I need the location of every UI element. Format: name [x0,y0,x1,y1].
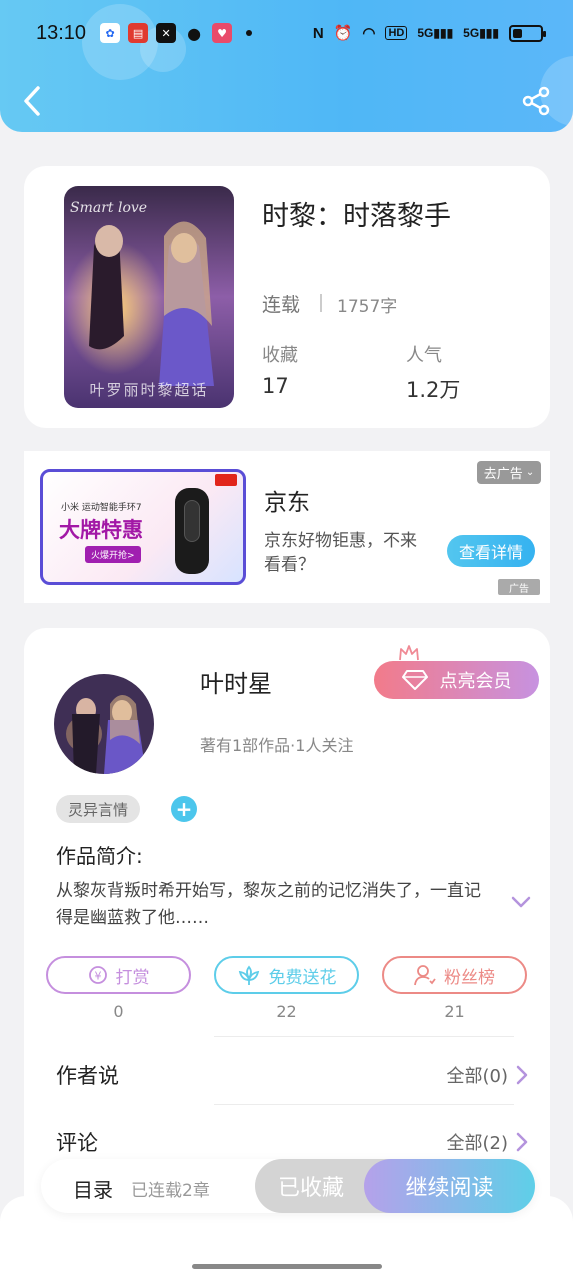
author-avatar[interactable] [54,674,154,774]
fan-ranking-label: 粉丝榜 [444,967,495,988]
yuan-coin-icon: ¥ [88,966,107,984]
back-icon[interactable] [20,84,46,118]
send-flower-label: 免费送花 [268,967,337,988]
signal-icon: 5G▮▮▮ [463,26,499,40]
notification-icons: ✿ ▤ ✕ ● ♥ [100,23,253,43]
cover-caption: 叶罗丽时黎超话 [89,381,209,399]
flower-icon [238,965,259,985]
capcut-icon: ✕ [156,23,177,43]
divider [214,1036,514,1037]
battery-icon [509,24,546,42]
author-says-title: 作者说 [56,1064,119,1088]
cover-illustration: Smart love [64,186,234,408]
app-icon: ♥ [212,23,233,43]
add-tag-button[interactable]: + [171,796,197,822]
news-icon: ▤ [128,23,149,43]
signal-label: 5G [417,26,434,40]
genre-tag[interactable]: 灵异言情 [56,795,141,823]
ad-title: 京东 [264,490,310,516]
ad-detail-button[interactable]: 查看详情 [447,535,535,567]
home-indicator[interactable] [192,1264,382,1269]
smart-band-image [175,488,209,574]
chevron-right-icon [516,1065,528,1085]
battery-level [513,28,523,38]
intro-label: 作品简介: [56,844,143,868]
remove-ad-label: 去广告 [483,467,523,482]
author-card: 叶时星 著有1部作品·1人关注 点亮会员 灵异言情 + 作品简介: 从黎灰背叛时… [24,628,550,1248]
wechat-icon: ● [187,23,202,43]
system-icons: N ⏰ ◠ HD 5G▮▮▮ 5G▮▮▮ [312,24,546,42]
ad-mark: 广告 [498,579,540,595]
svg-text:¥: ¥ [94,970,101,983]
signal-icon: 5G▮▮▮ [417,26,454,40]
book-info-card: Smart love 叶罗丽时黎超话 时黎：时落黎手 连载 1757字 收藏 1… [24,166,550,428]
svg-text:Smart love: Smart love [70,200,147,216]
comments-count: 全部(2) [446,1133,509,1154]
vip-button-label: 点亮会员 [439,671,512,692]
comments-title: 评论 [56,1131,98,1155]
remove-ad-button[interactable]: 去广告 ⌄ [477,461,541,484]
tip-label: 打赏 [115,967,150,988]
fan-user-icon [414,965,436,986]
jd-logo [215,474,237,486]
comments-all[interactable]: 全部(2) [447,1129,529,1155]
baidu-icon: ✿ [100,23,121,43]
signal-label: 5G [463,26,480,40]
continue-reading-button[interactable]: 继续阅读 [364,1159,535,1213]
band-screen [184,500,200,542]
table-of-contents-button[interactable]: 目录 [73,1174,113,1203]
favorited-label: 已收藏 [277,1176,344,1201]
book-status: 连载 [262,294,301,316]
book-cover[interactable]: Smart love 叶罗丽时黎超话 [64,186,234,408]
ad-mark-label: 广告 [509,583,529,595]
tip-count: 0 [113,1002,124,1021]
crown-icon [399,645,419,661]
flower-count: 22 [276,1002,297,1021]
chevron-down-icon: ⌄ [525,467,535,478]
divider [214,1104,514,1105]
author-says-all[interactable]: 全部(0) [447,1062,529,1088]
favorites-count: 17 [262,374,289,398]
status-bar: 13:10 ✿ ▤ ✕ ● ♥ N ⏰ ◠ HD 5G▮▮▮ 5G▮▮▮ [36,18,546,48]
ad-banner-cta: 火爆开抢> [85,546,141,563]
author-says-count: 全部(0) [446,1066,509,1087]
avatar-image [54,674,154,774]
ad-banner-subtitle: 小米 运动智能手环7 [61,503,142,513]
wifi-icon: ◠ [362,25,376,42]
plus-icon: + [175,797,193,821]
intro-text: 从黎灰背叛时希开始写，黎灰之前的记忆消失了，一直记得是幽蓝救了他…… [56,881,481,928]
ad-card[interactable]: 小米 运动智能手环7 大牌特惠 火爆开抢> 京东 京东好物钜惠，不来看看？ 查看… [24,451,550,603]
author-name: 叶时星 [200,670,272,698]
book-title: 时黎：时落黎手 [262,201,451,232]
divider [320,294,322,312]
vip-membership-button[interactable]: 点亮会员 [374,661,539,699]
tip-button[interactable]: ¥ 打赏 [46,956,191,994]
share-icon[interactable] [521,86,551,116]
popularity-count: 1.2万 [406,378,461,402]
fan-ranking-button[interactable]: 粉丝榜 [382,956,527,994]
favorites-label: 收藏 [262,345,298,366]
chevron-right-icon [516,1132,528,1152]
alarm-icon: ⏰ [333,25,353,42]
nfc-icon: N [312,24,324,42]
top-header: 13:10 ✿ ▤ ✕ ● ♥ N ⏰ ◠ HD 5G▮▮▮ 5G▮▮▮ [0,0,573,132]
bottom-action-bar: 目录 已连载2章 已收藏 继续阅读 [41,1159,535,1213]
popularity-label: 人气 [406,345,442,366]
comments-row[interactable]: 评论 全部(2) [56,1122,528,1162]
ad-banner-image[interactable]: 小米 运动智能手环7 大牌特惠 火爆开抢> [40,469,246,585]
status-time: 13:10 [36,21,87,44]
hd-icon: HD [385,26,408,40]
author-says-row[interactable]: 作者说 全部(0) [56,1055,528,1095]
expand-chevron-icon[interactable] [510,894,532,910]
author-meta: 著有1部作品·1人关注 [200,736,354,755]
book-word-count: 1757字 [337,297,398,317]
ad-banner-headline: 大牌特惠 [59,518,143,542]
send-flower-button[interactable]: 免费送花 [214,956,359,994]
fan-count: 21 [444,1002,465,1021]
more-notifications-dot [246,30,253,36]
diamond-icon [401,670,428,690]
chapter-count: 已连载2章 [131,1181,210,1201]
ad-description: 京东好物钜惠，不来看看？ [264,531,417,575]
